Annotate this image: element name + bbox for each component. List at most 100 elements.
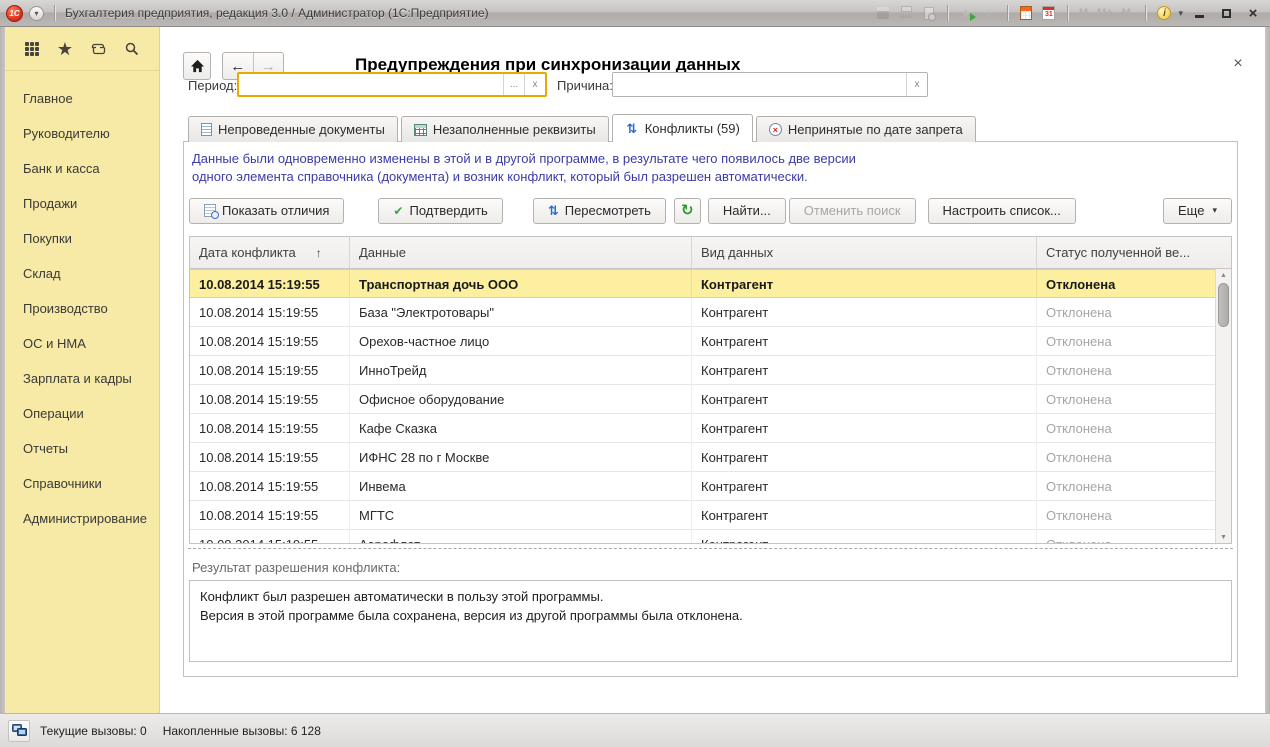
sidebar-item[interactable]: Главное: [5, 81, 159, 116]
info-dropdown-icon[interactable]: ▾: [1178, 8, 1183, 19]
home-button[interactable]: [183, 52, 211, 80]
window-title: Бухгалтерия предприятия, редакция 3.0 / …: [65, 6, 489, 20]
sidebar-item[interactable]: ОС и НМА: [5, 326, 159, 361]
reason-input[interactable]: [613, 73, 906, 96]
tab-conflicts[interactable]: ⇅Конфликты (59): [612, 114, 753, 142]
show-differences-button[interactable]: Показать отличия: [189, 198, 344, 224]
result-line: Конфликт был разрешен автоматически в по…: [200, 587, 1221, 606]
toolbar: Показать отличия ✔Подтвердить ⇅Пересмотр…: [189, 197, 1232, 224]
home-icon: [190, 59, 205, 73]
favorites-icon[interactable]: ★: [57, 40, 73, 58]
conflict-table-body: 10.08.2014 15:19:55Транспортная дочь ООО…: [190, 269, 1215, 543]
description-line: Данные были одновременно изменены в этой…: [192, 150, 856, 168]
more-button[interactable]: Еще▾: [1163, 198, 1232, 224]
tab-rejected-by-date[interactable]: ×Непринятые по дате запрета: [756, 116, 976, 142]
column-header-data[interactable]: Данные: [350, 237, 692, 268]
review-button[interactable]: ⇅Пересмотреть: [533, 198, 666, 224]
kind-cell: Контрагент: [692, 356, 1037, 385]
data-cell: Кафе Сказка: [350, 414, 692, 443]
table-row[interactable]: 10.08.2014 15:19:55Кафе СказкаКонтрагент…: [190, 414, 1215, 443]
column-header-status[interactable]: Статус полученной ве...: [1037, 237, 1231, 268]
calendar-icon[interactable]: 31: [1040, 4, 1058, 22]
memory-m-button: M: [1077, 7, 1090, 19]
date-cell: 10.08.2014 15:19:55: [190, 356, 350, 385]
table-row[interactable]: 10.08.2014 15:19:55ИнвемаКонтрагентОткло…: [190, 472, 1215, 501]
maximize-button[interactable]: [1215, 4, 1237, 22]
sidebar-item[interactable]: Операции: [5, 396, 159, 431]
table-row[interactable]: 10.08.2014 15:19:55ИнноТрейдКонтрагентОт…: [190, 356, 1215, 385]
sidebar-item[interactable]: Руководителю: [5, 116, 159, 151]
titlebar: 1С ▾ Бухгалтерия предприятия, редакция 3…: [0, 0, 1270, 27]
sidebar-item[interactable]: Отчеты: [5, 431, 159, 466]
table-row[interactable]: 10.08.2014 15:19:55База "Электротовары"К…: [190, 298, 1215, 327]
sidebar-item[interactable]: Покупки: [5, 221, 159, 256]
app-window: 1С ▾ Бухгалтерия предприятия, редакция 3…: [0, 0, 1270, 747]
table-row[interactable]: 10.08.2014 15:19:55ИФНС 28 по г МосквеКо…: [190, 443, 1215, 472]
calculator-icon[interactable]: [1017, 4, 1035, 22]
scroll-down-icon[interactable]: ▼: [1216, 531, 1231, 543]
table-row[interactable]: 10.08.2014 15:19:55Офисное оборудованиеК…: [190, 385, 1215, 414]
minimize-button[interactable]: [1188, 4, 1210, 22]
window-close-button[interactable]: ×: [1242, 4, 1264, 22]
data-cell: Орехов-частное лицо: [350, 327, 692, 356]
sidebar-item[interactable]: Склад: [5, 256, 159, 291]
statusbar: Текущие вызовы: 0 Накопленные вызовы: 6 …: [0, 713, 1270, 747]
period-picker-button[interactable]: ...: [503, 74, 524, 95]
period-input[interactable]: [239, 74, 503, 95]
chevron-down-icon: ▾: [1212, 205, 1217, 216]
column-header-kind[interactable]: Вид данных: [692, 237, 1037, 268]
table-row[interactable]: 10.08.2014 15:19:55АэрофлотКонтрагентОтк…: [190, 530, 1215, 543]
sidebar-item[interactable]: Зарплата и кадры: [5, 361, 159, 396]
sidebar: ★ ГлавноеРуководителюБанк и кассаПродажи…: [5, 27, 160, 713]
data-cell: База "Электротовары": [350, 298, 692, 327]
scrollbar-thumb[interactable]: [1218, 283, 1229, 327]
sidebar-item[interactable]: Администрирование: [5, 501, 159, 536]
description-line: одного элемента справочника (документа) …: [192, 168, 856, 186]
table-scrollbar[interactable]: ▲ ▼: [1215, 269, 1231, 543]
tab-unposted-documents[interactable]: Непроведенные документы: [188, 116, 398, 142]
tab-label: Конфликты (59): [645, 121, 740, 136]
divider: [947, 5, 948, 21]
sidebar-item[interactable]: Банк и касса: [5, 151, 159, 186]
server-calls-icon[interactable]: [8, 720, 30, 742]
save-icon: [874, 4, 892, 22]
window-border-left: [0, 27, 5, 747]
confirm-button[interactable]: ✔Подтвердить: [378, 198, 502, 224]
reason-clear-button[interactable]: x: [906, 73, 927, 96]
date-cell: 10.08.2014 15:19:55: [190, 298, 350, 327]
splitter-handle[interactable]: [188, 548, 1233, 549]
info-icon[interactable]: i: [1155, 4, 1173, 22]
date-cell: 10.08.2014 15:19:55: [190, 327, 350, 356]
sidebar-menu: ГлавноеРуководителюБанк и кассаПродажиПо…: [5, 71, 159, 536]
table-row[interactable]: 10.08.2014 15:19:55МГТСКонтрагентОтклоне…: [190, 501, 1215, 530]
divider: [1067, 5, 1068, 21]
conflicts-panel: Данные были одновременно изменены в этой…: [183, 141, 1238, 677]
sidebar-item[interactable]: Продажи: [5, 186, 159, 221]
table-row[interactable]: 10.08.2014 15:19:55Транспортная дочь ООО…: [190, 269, 1215, 298]
period-clear-button[interactable]: x: [524, 74, 545, 95]
sidebar-item[interactable]: Производство: [5, 291, 159, 326]
sections-grid-icon[interactable]: [23, 40, 41, 58]
favorites-go-icon[interactable]: ★: [957, 4, 975, 22]
form-close-button[interactable]: ×: [1229, 55, 1247, 73]
sidebar-item[interactable]: Справочники: [5, 466, 159, 501]
history-icon[interactable]: [89, 40, 107, 58]
refresh-button[interactable]: ↻: [674, 198, 701, 224]
search-icon[interactable]: [123, 40, 141, 58]
result-text: Конфликт был разрешен автоматически в по…: [189, 580, 1232, 662]
sync-icon: ⇅: [548, 203, 559, 219]
main-menu-button[interactable]: ▾: [29, 6, 44, 21]
find-button[interactable]: Найти...: [708, 198, 786, 224]
column-header-date[interactable]: Дата конфликта↑: [190, 237, 350, 268]
date-cell: 10.08.2014 15:19:55: [190, 472, 350, 501]
memory-mminus-button: M-: [1120, 7, 1137, 19]
tab-unfilled-attributes[interactable]: Незаполненные реквизиты: [401, 116, 609, 142]
configure-list-button[interactable]: Настроить список...: [928, 198, 1076, 224]
compare-icon: [204, 204, 216, 217]
table-row[interactable]: 10.08.2014 15:19:55Орехов-частное лицоКо…: [190, 327, 1215, 356]
kind-cell: Контрагент: [692, 443, 1037, 472]
date-cell: 10.08.2014 15:19:55: [190, 385, 350, 414]
result-line: Версия в этой программе была сохранена, …: [200, 606, 1221, 625]
clock-blocked-icon: ×: [769, 123, 782, 136]
scroll-up-icon[interactable]: ▲: [1216, 269, 1231, 281]
